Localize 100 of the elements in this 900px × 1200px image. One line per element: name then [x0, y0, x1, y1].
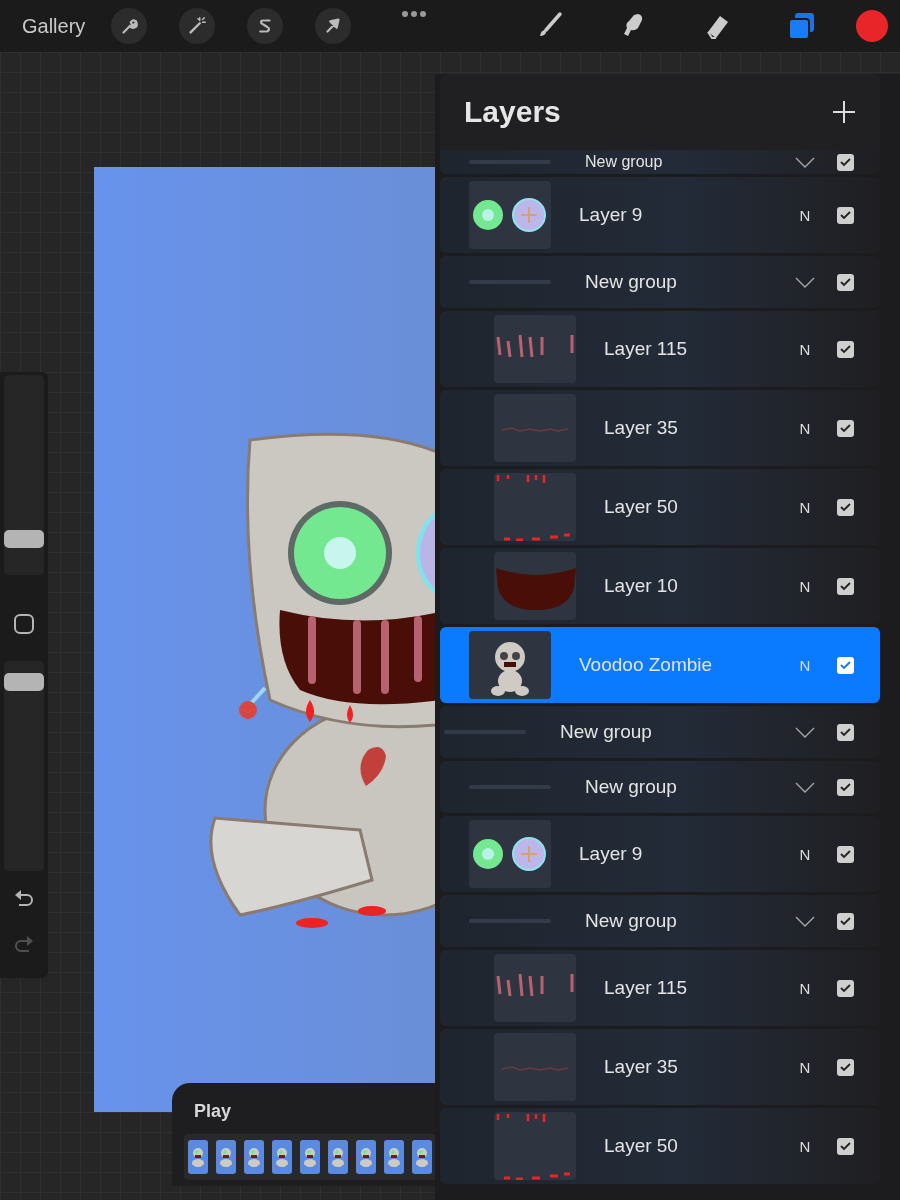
blend-mode-button[interactable]: N [795, 1058, 815, 1076]
layer-row[interactable]: Layer 115 N [440, 950, 880, 1026]
check-icon [840, 849, 851, 859]
magic-wand-button[interactable] [179, 8, 216, 44]
group-name: New group [585, 153, 664, 171]
slider-track[interactable] [4, 375, 44, 575]
selection-button[interactable] [247, 8, 284, 44]
frame-thumbnail[interactable] [328, 1140, 348, 1174]
check-icon [840, 502, 851, 512]
group-row[interactable]: New group [440, 761, 880, 813]
timeline-title: Play [194, 1101, 232, 1122]
layer-row[interactable]: Layer 10 N [440, 548, 880, 624]
frame-thumbnail[interactable] [300, 1140, 320, 1174]
visibility-checkbox[interactable] [837, 577, 854, 595]
blend-mode-button[interactable]: N [795, 498, 815, 516]
blend-mode-button[interactable]: N [795, 206, 815, 224]
blend-mode-button[interactable]: N [795, 1137, 815, 1155]
visibility-checkbox[interactable] [837, 273, 854, 291]
disclosure-button[interactable] [795, 915, 815, 927]
frame-thumbnail[interactable] [244, 1140, 264, 1174]
group-name: New group [560, 721, 653, 743]
blend-mode-button[interactable]: N [795, 340, 815, 358]
layer-name: Layer 10 [604, 575, 679, 597]
disclosure-button[interactable] [795, 726, 815, 738]
layer-row[interactable]: Layer 9 N [440, 816, 880, 892]
layer-name: Layer 50 [604, 496, 679, 518]
visibility-checkbox[interactable] [837, 206, 854, 224]
blend-mode-button[interactable]: N [795, 577, 815, 595]
check-icon [840, 210, 851, 220]
more-icon[interactable] [400, 10, 427, 18]
layer-row[interactable]: Layer 35 N [440, 1029, 880, 1105]
chevron-icon [795, 781, 815, 793]
chevron-icon [795, 726, 815, 738]
layer-row[interactable]: Layer 50 N [440, 469, 880, 545]
visibility-checkbox[interactable] [837, 778, 854, 796]
check-icon [840, 727, 851, 737]
group-name: New group [585, 910, 678, 932]
disclosure-button[interactable] [795, 156, 815, 168]
redo-icon [13, 935, 35, 955]
visibility-checkbox[interactable] [837, 419, 854, 437]
visibility-checkbox[interactable] [837, 979, 854, 997]
gallery-button[interactable]: Gallery [22, 14, 86, 38]
group-row[interactable]: New group [440, 150, 880, 174]
undo-button[interactable] [13, 889, 35, 909]
frame-thumbnail[interactable] [216, 1140, 236, 1174]
blend-mode-button[interactable]: N [795, 979, 815, 997]
add-layer-button[interactable] [832, 100, 856, 124]
arrow-button[interactable] [315, 8, 352, 44]
visibility-checkbox[interactable] [837, 723, 854, 741]
slider-thumb[interactable] [4, 672, 44, 691]
frame-thumbnail[interactable] [188, 1140, 208, 1174]
visibility-checkbox[interactable] [837, 153, 854, 171]
layer-name: Layer 9 [579, 843, 644, 865]
layer-row[interactable]: Layer 9 N [440, 177, 880, 253]
modify-button[interactable] [13, 613, 35, 635]
check-icon [840, 1062, 851, 1072]
visibility-checkbox[interactable] [837, 1058, 854, 1076]
color-swatch[interactable] [856, 10, 888, 42]
group-row[interactable]: New group [440, 706, 880, 758]
panel-title: Layers [464, 95, 561, 129]
layer-row[interactable]: Layer 35 N [440, 390, 880, 466]
layer-name: Layer 35 [604, 417, 679, 439]
undo-icon [13, 889, 35, 909]
group-row[interactable]: New group [440, 256, 880, 308]
frame-thumbnail[interactable] [384, 1140, 404, 1174]
wrench-button[interactable] [111, 8, 148, 44]
visibility-checkbox[interactable] [837, 498, 854, 516]
visibility-checkbox[interactable] [837, 656, 854, 674]
frame-thumbnail[interactable] [272, 1140, 292, 1174]
magic-wand-icon [186, 15, 209, 37]
check-icon [840, 916, 851, 926]
group-row[interactable]: New group [440, 895, 880, 947]
visibility-checkbox[interactable] [837, 340, 854, 358]
blend-mode-button[interactable]: N [795, 845, 815, 863]
blend-mode-button[interactable]: N [795, 419, 815, 437]
frame-thumbnail[interactable] [356, 1140, 376, 1174]
check-icon [840, 344, 851, 354]
slider-track[interactable] [4, 661, 44, 871]
layer-name: Voodoo Zombie [579, 654, 714, 676]
disclosure-button[interactable] [795, 276, 815, 288]
chevron-icon [795, 276, 815, 288]
frame-thumbnail[interactable] [412, 1140, 432, 1174]
layer-name: Layer 9 [579, 204, 644, 226]
slider-thumb[interactable] [4, 529, 44, 548]
square-icon [13, 613, 35, 635]
layer-row[interactable]: Layer 50 N [440, 1108, 880, 1184]
layer-name: Layer 50 [604, 1135, 679, 1157]
disclosure-button[interactable] [795, 781, 815, 793]
layer-row[interactable]: Layer 115 N [440, 311, 880, 387]
check-icon [840, 157, 851, 167]
check-icon [840, 1141, 851, 1151]
check-icon [840, 581, 851, 591]
visibility-checkbox[interactable] [837, 1137, 854, 1155]
plus-icon [832, 100, 856, 124]
layer-name: Layer 115 [604, 977, 689, 999]
layer-name: Layer 35 [604, 1056, 679, 1078]
visibility-checkbox[interactable] [837, 845, 854, 863]
check-icon [840, 423, 851, 433]
visibility-checkbox[interactable] [837, 912, 854, 930]
chevron-icon [795, 915, 815, 927]
